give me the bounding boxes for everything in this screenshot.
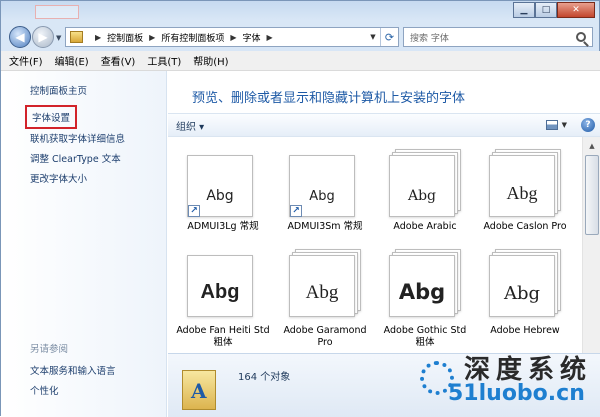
close-button[interactable]: ✕ [557, 2, 595, 18]
vertical-scrollbar[interactable]: ▲ [582, 137, 600, 353]
organize-button[interactable]: 组织 ▾ [176, 118, 204, 133]
sidebar-link-get-font-info[interactable]: 联机获取字体详细信息 [30, 131, 125, 145]
font-name: Adobe Arabic [393, 221, 457, 232]
page-heading: 预览、删除或者显示和隐藏计算机上安装的字体 [192, 91, 466, 106]
breadcrumb-all-items[interactable]: 所有控制面板项 [161, 31, 224, 44]
command-bar: 组织 ▾ ▼ ? [168, 113, 600, 137]
font-name: Adobe Garamond Pro [283, 325, 367, 348]
font-page: Abg [389, 255, 455, 317]
breadcrumb-separator-icon[interactable]: ▶ [149, 33, 155, 42]
menu-tools[interactable]: 工具(T) [147, 53, 181, 68]
menu-bar: 文件(F) 编辑(E) 查看(V) 工具(T) 帮助(H) [1, 51, 600, 71]
search-input[interactable]: 搜索 字体 [403, 27, 593, 47]
see-also-heading: 另请参阅 [30, 344, 69, 355]
breadcrumb-separator-icon[interactable]: ▶ [230, 33, 236, 42]
view-dropdown-icon[interactable]: ▼ [562, 121, 567, 129]
font-page: Abg [389, 155, 455, 217]
font-name: Adobe Fan Heiti Std 粗体 [176, 325, 270, 348]
folder-glyph: A [191, 379, 207, 403]
minimize-button[interactable]: ▁ [513, 2, 535, 18]
shortcut-arrow-icon: ↗ [188, 205, 200, 217]
address-bar-row: ◀ ▶ ▼ ▶ 控制面板 ▶ 所有控制面板项 ▶ 字体 ▶ ▼ ⟳ 搜索 字体 [1, 23, 600, 51]
font-glyph: Abg [206, 188, 234, 204]
address-controls: ▼ ⟳ [366, 28, 398, 46]
font-glyph: Abg [398, 280, 446, 304]
font-thumbnail: Abg [489, 149, 561, 219]
font-page: Abg [489, 255, 555, 317]
font-thumbnail: Abg [389, 149, 461, 219]
font-glyph: Abg [503, 283, 541, 304]
maximize-button[interactable]: □ [535, 2, 557, 18]
object-count: 164 个对象 [238, 372, 291, 383]
search-placeholder: 搜索 字体 [410, 33, 449, 44]
font-thumbnail: Abg [489, 249, 561, 319]
font-page: Abg [289, 255, 355, 317]
font-thumbnail: Abg [289, 249, 361, 319]
font-thumbnail: Abg ↗ [187, 149, 259, 219]
breadcrumb-control-panel[interactable]: 控制面板 [107, 31, 143, 44]
menu-file[interactable]: 文件(F) [9, 53, 43, 68]
control-panel-icon [70, 31, 83, 43]
font-thumbnail: Abg ↗ [289, 149, 361, 219]
sidebar-link-home[interactable]: 控制面板主页 [30, 83, 87, 97]
back-button[interactable]: ◀ [9, 26, 31, 48]
font-glyph: Abg [200, 281, 240, 303]
title-bar: ▁ □ ✕ [1, 1, 600, 23]
breadcrumb-separator-icon[interactable]: ▶ [95, 33, 101, 42]
menu-edit[interactable]: 编辑(E) [55, 53, 89, 68]
font-page: Abg [489, 155, 555, 217]
font-glyph: Abg [309, 189, 335, 204]
sidebar-link-personalize[interactable]: 个性化 [30, 383, 59, 397]
forward-button[interactable]: ▶ [32, 26, 54, 48]
recent-pages-dropdown[interactable]: ▼ [56, 34, 61, 42]
watermark-en-text: 51luobo.cn [448, 381, 585, 406]
font-glyph: Abg [506, 183, 538, 203]
sidebar-link-font-settings[interactable]: 字体设置 [25, 105, 78, 129]
help-icon[interactable]: ? [581, 118, 595, 132]
scroll-thumb[interactable] [585, 155, 599, 235]
address-bar[interactable]: ▶ 控制面板 ▶ 所有控制面板项 ▶ 字体 ▶ ▼ ⟳ [65, 27, 399, 47]
sidebar-link-cleartype[interactable]: 调整 ClearType 文本 [30, 151, 121, 165]
font-glyph: Abg [305, 282, 339, 303]
font-name: Adobe Hebrew [490, 325, 560, 336]
font-name: Adobe Caslon Pro [483, 221, 567, 232]
breadcrumb-fonts[interactable]: 字体 [243, 31, 261, 44]
menu-help[interactable]: 帮助(H) [193, 53, 228, 68]
fonts-folder-icon: A [182, 370, 216, 410]
shortcut-arrow-icon: ↗ [290, 205, 302, 217]
site-watermark: 深度系统 51luobo.cn [406, 341, 600, 417]
breadcrumb-separator-icon[interactable]: ▶ [267, 33, 273, 42]
window-controls: ▁ □ ✕ [513, 2, 595, 18]
refresh-icon[interactable]: ⟳ [380, 28, 398, 46]
font-name: ADMUI3Lg 常规 [187, 221, 259, 232]
sidebar-link-text-services[interactable]: 文本服务和输入语言 [30, 363, 116, 377]
address-dropdown-icon[interactable]: ▼ [366, 33, 380, 41]
search-icon[interactable] [576, 32, 586, 42]
scroll-up-icon[interactable]: ▲ [585, 139, 599, 153]
font-page: Abg [187, 255, 253, 317]
title-highlight [35, 5, 79, 19]
font-glyph: Abg [407, 188, 437, 204]
font-thumbnail: Abg [389, 249, 461, 319]
change-view-icon[interactable] [545, 120, 558, 130]
sidebar-link-change-size[interactable]: 更改字体大小 [30, 171, 87, 185]
menu-view[interactable]: 查看(V) [101, 53, 136, 68]
font-thumbnail: Abg [187, 249, 259, 319]
task-pane: 控制面板主页 字体设置 联机获取字体详细信息 调整 ClearType 文本 更… [1, 71, 167, 417]
toolbar-right: ▼ ? [545, 118, 595, 132]
font-grid: Abg ↗ ADMUI3Lg 常规 Abg ↗ ADMUI3Sm 常规 Abg … [168, 137, 582, 353]
font-name: ADMUI3Sm 常规 [287, 221, 363, 232]
window: ▁ □ ✕ ◀ ▶ ▼ ▶ 控制面板 ▶ 所有控制面板项 ▶ 字体 ▶ ▼ ⟳ … [0, 0, 600, 417]
